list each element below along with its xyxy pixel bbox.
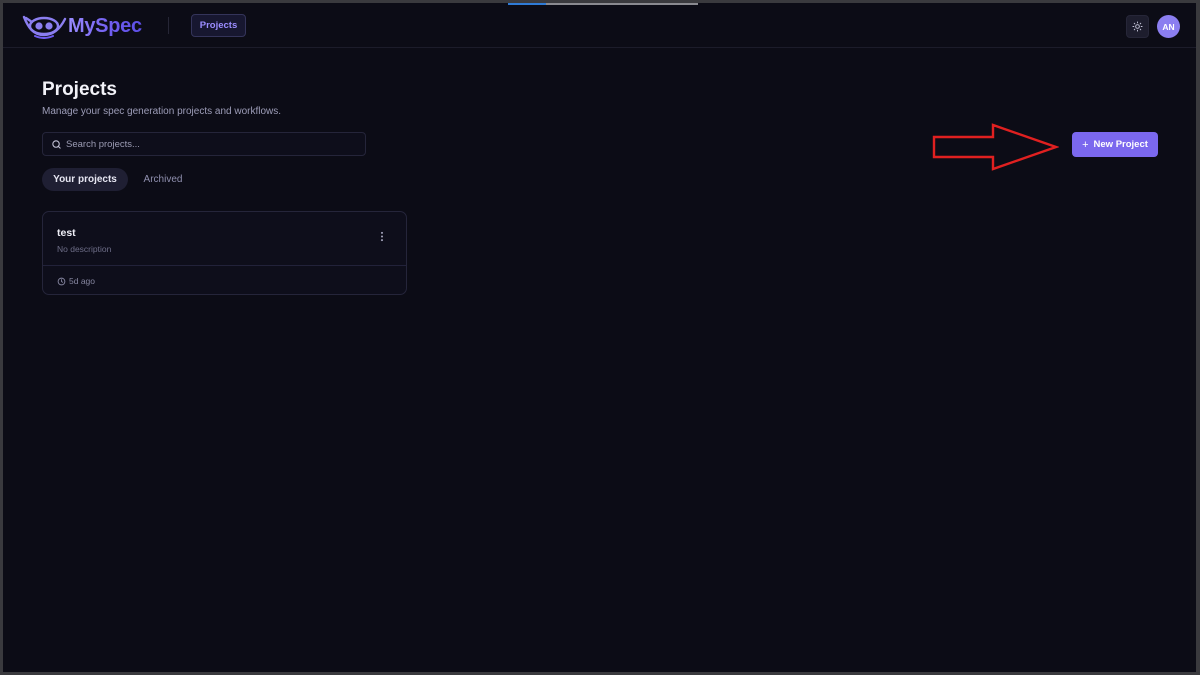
new-project-button[interactable]: + New Project	[1072, 132, 1158, 157]
clock-icon	[57, 277, 66, 285]
navbar: MySpec Projects AN	[3, 3, 1196, 48]
card-footer: 5d ago	[57, 276, 95, 286]
plus-icon: +	[1082, 138, 1089, 151]
nav-divider	[168, 17, 169, 34]
sun-icon	[1132, 21, 1143, 32]
project-updated-time: 5d ago	[69, 276, 95, 286]
vertical-dots-icon	[380, 231, 384, 241]
page-title: Projects	[42, 79, 117, 100]
tab-your-projects[interactable]: Your projects	[42, 168, 128, 191]
theme-toggle-button[interactable]	[1126, 15, 1149, 38]
page-subtitle: Manage your spec generation projects and…	[42, 106, 282, 117]
logo[interactable]: MySpec	[21, 13, 142, 39]
search-icon	[52, 140, 61, 149]
nav-projects-link[interactable]: Projects	[191, 14, 246, 37]
annotation-arrow-icon	[932, 123, 1059, 171]
project-menu-button[interactable]	[373, 228, 391, 244]
project-card[interactable]: test No description 5d ago	[42, 211, 407, 295]
card-divider	[43, 265, 406, 266]
tab-archived[interactable]: Archived	[133, 168, 193, 191]
new-project-label: New Project	[1093, 139, 1148, 150]
mascot-eyes-icon	[22, 15, 67, 39]
user-avatar[interactable]: AN	[1157, 15, 1180, 38]
project-description: No description	[57, 244, 112, 254]
search-input[interactable]	[66, 135, 356, 153]
search-box[interactable]	[42, 132, 366, 156]
app-window: MySpec Projects AN Projects Manage your …	[3, 3, 1196, 672]
project-name: test	[57, 227, 76, 239]
app-name: MySpec	[68, 14, 142, 37]
